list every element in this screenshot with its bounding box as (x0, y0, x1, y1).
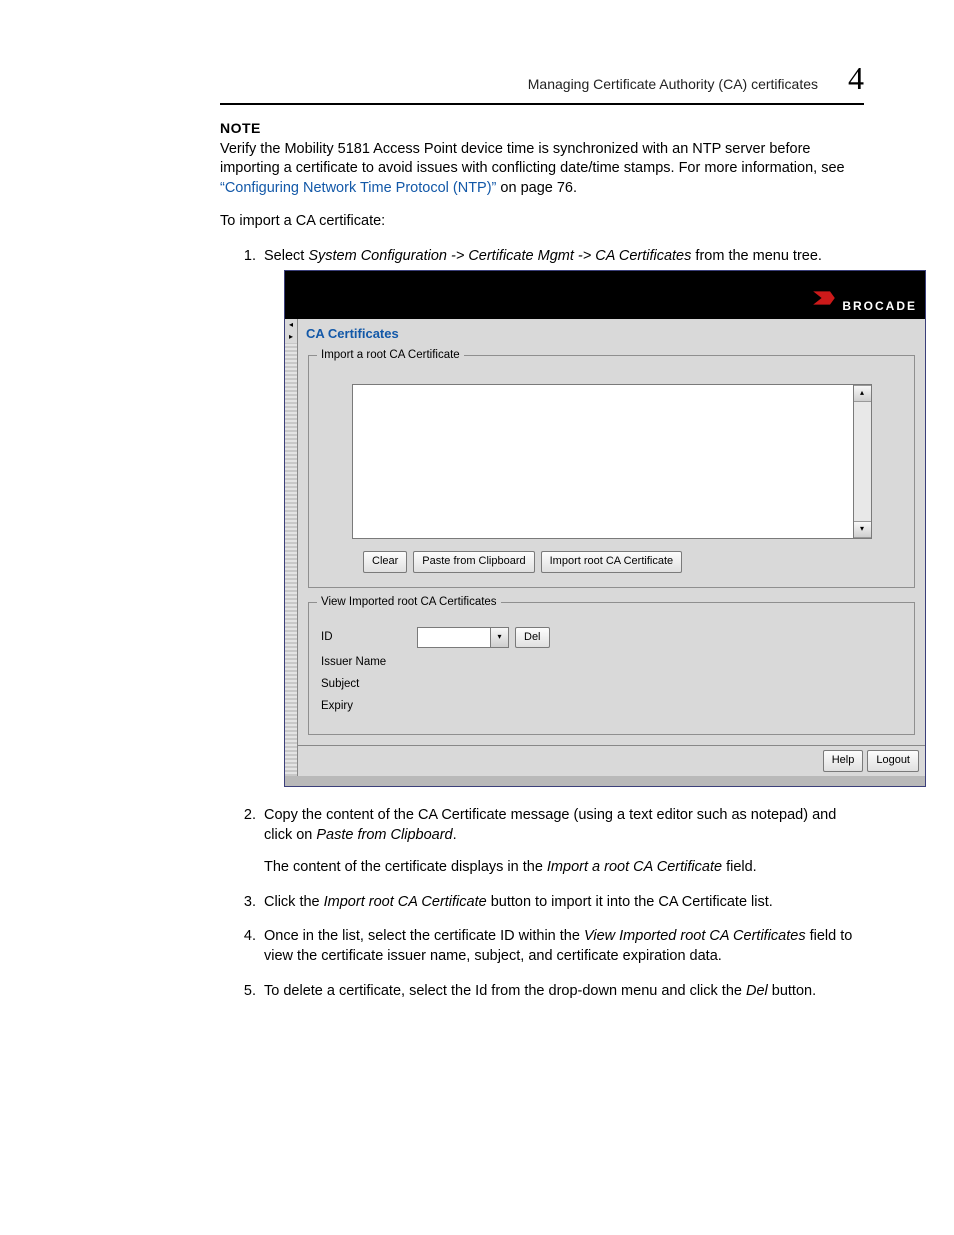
step-2: Copy the content of the CA Certificate m… (260, 805, 864, 878)
scroll-up-icon[interactable]: ▴ (854, 385, 871, 402)
chapter-number: 4 (848, 60, 864, 97)
certificate-textarea[interactable] (352, 384, 853, 539)
running-title: Managing Certificate Authority (CA) cert… (528, 76, 818, 92)
paste-from-clipboard-button[interactable]: Paste from Clipboard (413, 551, 534, 572)
header-rule (220, 103, 864, 105)
chevron-left-icon: ◂ (285, 319, 297, 331)
del-button[interactable]: Del (515, 627, 550, 648)
help-button[interactable]: Help (823, 750, 864, 771)
note-label: NOTE (220, 120, 261, 136)
scroll-down-icon[interactable]: ▾ (854, 521, 871, 538)
ntp-link[interactable]: “Configuring Network Time Protocol (NTP)… (220, 180, 496, 196)
id-dropdown-value (418, 628, 490, 647)
splitter-handle[interactable]: ◂ ▸ (285, 319, 298, 776)
chevron-down-icon[interactable]: ▾ (490, 628, 508, 647)
id-label: ID (321, 629, 411, 645)
logout-button[interactable]: Logout (867, 750, 919, 771)
view-fieldset: View Imported root CA Certificates ID ▾ … (308, 602, 915, 736)
id-dropdown[interactable]: ▾ (417, 627, 509, 648)
step-1: Select System Configuration -> Certifica… (260, 246, 864, 787)
note-text: Verify the Mobility 5181 Access Point de… (220, 141, 845, 177)
brocade-logo-icon (812, 289, 836, 307)
note-text-after: on page 76. (500, 180, 577, 196)
step-5: To delete a certificate, select the Id f… (260, 981, 864, 1001)
intro-text: To import a CA certificate: (220, 212, 864, 232)
step-4: Once in the list, select the certificate… (260, 926, 864, 967)
app-footer: Help Logout (298, 745, 925, 775)
brand-label: BROCADE (842, 298, 917, 315)
note-block: NOTE Verify the Mobility 5181 Access Poi… (220, 119, 864, 198)
chevron-right-icon: ▸ (285, 331, 297, 343)
clear-button[interactable]: Clear (363, 551, 407, 572)
import-fieldset: Import a root CA Certificate ▴ ▾ Clear (308, 355, 915, 587)
page-header: Managing Certificate Authority (CA) cert… (220, 60, 864, 97)
import-legend: Import a root CA Certificate (317, 347, 464, 363)
view-legend: View Imported root CA Certificates (317, 594, 501, 610)
app-bottom-strip (285, 776, 925, 786)
textarea-scrollbar[interactable]: ▴ ▾ (853, 384, 872, 539)
ca-certificates-app: BROCADE ◂ ▸ CA Certificates Import a roo… (284, 270, 926, 787)
issuer-name-label: Issuer Name (321, 654, 411, 670)
expiry-label: Expiry (321, 698, 411, 714)
steps-list: Select System Configuration -> Certifica… (240, 246, 864, 1001)
app-header-bar: BROCADE (285, 271, 925, 319)
import-root-ca-button[interactable]: Import root CA Certificate (541, 551, 683, 572)
subject-label: Subject (321, 676, 411, 692)
step-3: Click the Import root CA Certificate but… (260, 892, 864, 912)
